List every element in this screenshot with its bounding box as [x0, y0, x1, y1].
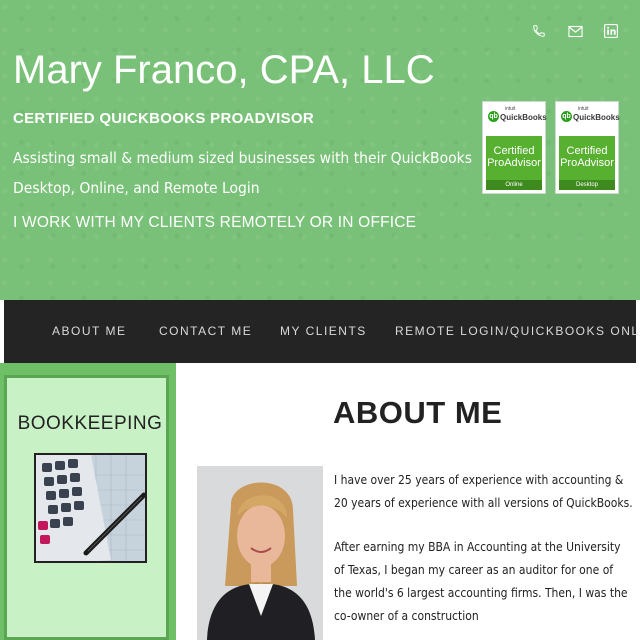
main-content: ABOUT ME I have over 25 years of experie…: [176, 363, 636, 640]
nav-item-contact-me[interactable]: CONTACT ME: [159, 300, 252, 363]
profile-photo: [197, 466, 323, 640]
bio-paragraph: After earning my BBA in Accounting at th…: [334, 540, 628, 623]
social-links: [530, 22, 620, 40]
page-title: ABOUT ME: [333, 395, 503, 430]
email-icon[interactable]: [566, 22, 584, 40]
site-title[interactable]: Mary Franco, CPA, LLC: [13, 48, 435, 93]
proadvisor-desktop-badge: intuit qb QuickBooks Certified ProAdviso…: [555, 101, 620, 194]
site-description: Assisting small & medium sized businesse…: [13, 149, 473, 197]
calculator-image: [34, 453, 147, 563]
bio-paragraph: I have over 25 years of experience with …: [334, 473, 633, 510]
site-header: Mary Franco, CPA, LLC CERTIFIED QUICKBOO…: [0, 0, 640, 300]
bookkeeping-title: BOOKKEEPING: [17, 413, 163, 434]
nav-item-remote-login[interactable]: REMOTE LOGIN/QUICKBOOKS ONLINE: [395, 300, 640, 363]
phone-icon[interactable]: [530, 22, 548, 40]
nav-item-about-me[interactable]: ABOUT ME: [52, 300, 126, 363]
sidebar-frame: BOOKKEEPING: [0, 363, 176, 640]
remote-note: I WORK WITH MY CLIENTS REMOTELY OR IN OF…: [13, 214, 417, 231]
quickbooks-logo-icon: qb: [561, 111, 572, 122]
nav-item-my-clients[interactable]: MY CLIENTS: [280, 300, 367, 363]
linkedin-icon[interactable]: [602, 22, 620, 40]
site-subtitle: CERTIFIED QUICKBOOKS PROADVISOR: [13, 110, 314, 127]
bio-text: I have over 25 years of experience with …: [334, 469, 634, 640]
proadvisor-online-badge: intuit qb QuickBooks Certified ProAdviso…: [482, 101, 547, 194]
main-nav: ABOUT ME CONTACT ME MY CLIENTS REMOTE LO…: [4, 300, 640, 363]
quickbooks-logo-icon: qb: [488, 111, 499, 122]
bookkeeping-panel: BOOKKEEPING: [4, 375, 169, 640]
